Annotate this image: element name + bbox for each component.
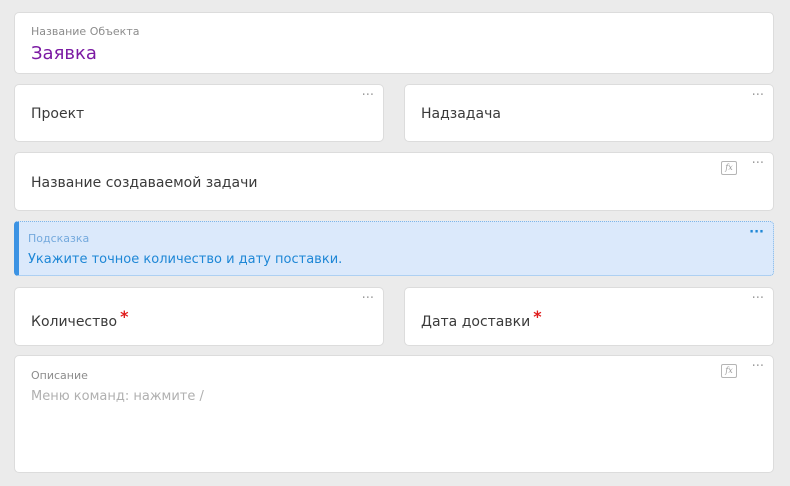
delivery-date-label-wrap: Дата доставки *: [421, 307, 542, 330]
description-label: Описание: [31, 369, 88, 382]
description-field[interactable]: fx ··· Описание Меню команд: нажмите /: [14, 355, 774, 473]
task-name-more-icon[interactable]: ···: [752, 157, 764, 170]
task-name-field[interactable]: fx ··· Название создаваемой задачи: [14, 152, 774, 211]
formula-icon[interactable]: fx: [721, 364, 737, 378]
hint-block[interactable]: Подсказка Укажите точное количество и да…: [14, 221, 774, 276]
quantity-label-wrap: Количество *: [31, 307, 128, 330]
formula-icon[interactable]: fx: [721, 161, 737, 175]
parent-task-field[interactable]: ··· Надзадача: [404, 84, 774, 142]
required-mark: *: [120, 307, 129, 326]
hint-label: Подсказка: [28, 232, 90, 245]
hint-text: Укажите точное количество и дату поставк…: [28, 252, 343, 267]
parent-task-more-icon[interactable]: ···: [752, 89, 764, 102]
hint-more-icon[interactable]: ···: [749, 226, 764, 239]
object-name-value[interactable]: Заявка: [31, 43, 97, 64]
parent-task-label: Надзадача: [421, 106, 501, 122]
project-more-icon[interactable]: ···: [362, 89, 374, 102]
project-field[interactable]: ··· Проект: [14, 84, 384, 142]
delivery-date-more-icon[interactable]: ···: [752, 292, 764, 305]
delivery-date-label: Дата доставки: [421, 314, 531, 330]
object-name-label: Название Объекта: [31, 25, 140, 38]
quantity-label: Количество: [31, 314, 118, 330]
description-more-icon[interactable]: ···: [752, 360, 764, 373]
delivery-date-field[interactable]: ··· Дата доставки *: [404, 287, 774, 346]
quantity-field[interactable]: ··· Количество *: [14, 287, 384, 346]
task-name-label: Название создаваемой задачи: [31, 175, 258, 191]
description-input[interactable]: Меню команд: нажмите /: [31, 389, 204, 404]
project-label: Проект: [31, 106, 85, 122]
quantity-more-icon[interactable]: ···: [362, 292, 374, 305]
required-mark: *: [533, 307, 542, 326]
object-name-card[interactable]: Название Объекта Заявка: [14, 12, 774, 74]
